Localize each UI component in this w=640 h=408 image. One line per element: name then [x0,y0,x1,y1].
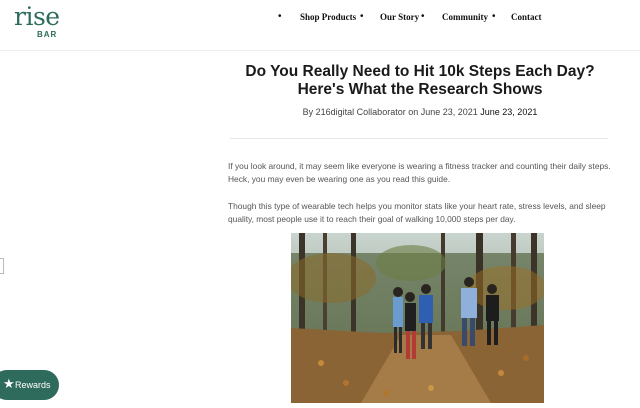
rewards-button[interactable]: ★ Rewards [0,370,59,400]
article-title: Do You Really Need to Hit 10k Steps Each… [245,63,595,98]
title-divider [230,138,608,139]
nav-item-our-story[interactable]: Our Story [380,12,419,22]
side-tab-handle[interactable] [0,258,4,274]
rise-bar-logo[interactable]: rise BAR [14,4,64,44]
article-paragraph: Though this type of wearable tech helps … [228,201,606,224]
nav-item-community[interactable]: Community [442,12,488,22]
site-header: rise BAR • Shop Products • Our Story • C… [0,0,640,51]
byline-date: June 23, 2021 [480,107,538,117]
star-icon: ★ [3,376,15,391]
nav-bullet: • [278,11,282,22]
rewards-label: Rewards [15,380,51,390]
nav-bullet: • [421,11,425,22]
nav-bullet: • [492,11,496,22]
nav-item-shop-products[interactable]: Shop Products [300,12,356,22]
forest-walk-illustration [291,233,544,403]
article-byline: By 216digital Collaborator on June 23, 2… [230,107,610,117]
article-hero-image [291,233,544,403]
logo-sub: BAR [37,30,58,39]
article-paragraph: If you look around, it may seem like eve… [228,161,611,184]
byline-author-date: By 216digital Collaborator on June 23, 2… [302,107,478,117]
nav-bullet: • [360,11,364,22]
logo-word: rise [14,2,60,31]
nav-item-contact[interactable]: Contact [511,12,542,22]
